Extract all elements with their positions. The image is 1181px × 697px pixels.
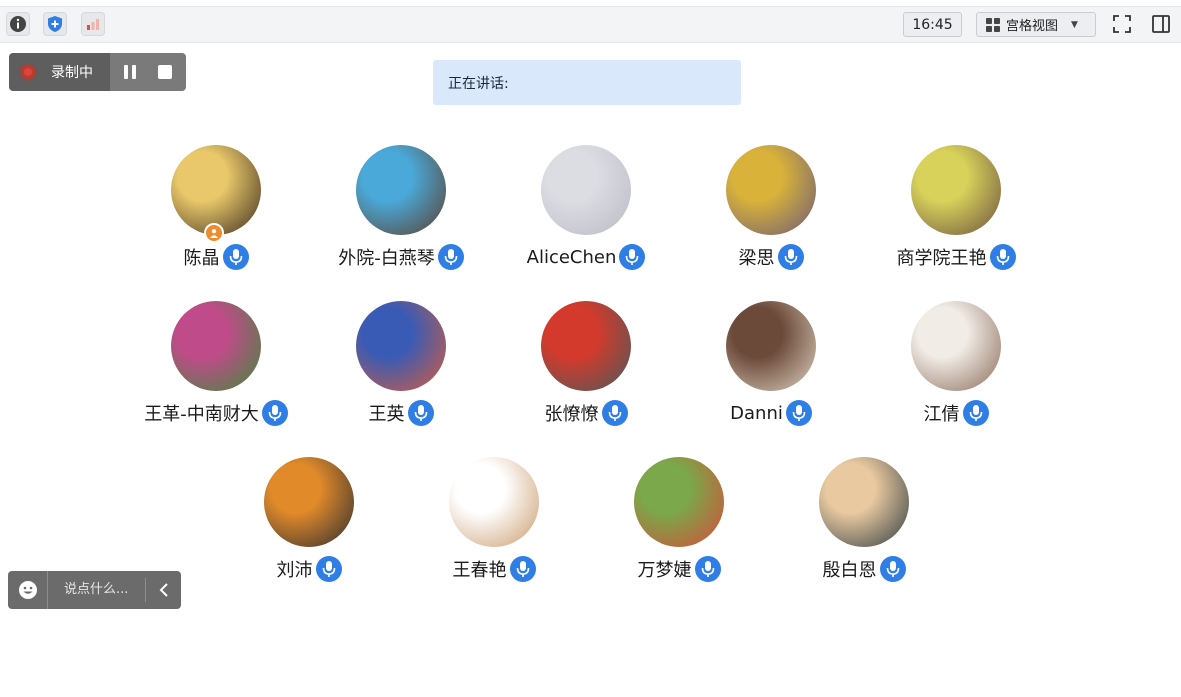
record-icon	[21, 65, 35, 79]
participant-tile[interactable]: 王革-中南财大	[116, 301, 316, 427]
participant-name-row: 殷白恩	[764, 555, 964, 583]
participant-tile[interactable]: 殷白恩	[764, 457, 964, 583]
avatar	[726, 145, 816, 235]
participant-name: AliceChen	[526, 246, 617, 268]
participant-tile[interactable]: 商学院王艳	[856, 145, 1056, 271]
avatar	[449, 457, 539, 547]
speaking-label: 正在讲话:	[448, 75, 509, 92]
shield-icon[interactable]	[43, 12, 67, 36]
host-badge-icon	[204, 223, 224, 243]
participant-tile[interactable]: Danni	[671, 301, 871, 427]
avatar	[819, 457, 909, 547]
avatar	[541, 145, 631, 235]
participant-name: 张憭憭	[544, 404, 599, 425]
microphone-icon[interactable]	[962, 400, 989, 426]
time-display: 16:45	[903, 12, 962, 37]
avatar	[356, 145, 446, 235]
participant-name: 刘沛	[276, 560, 313, 581]
microphone-icon[interactable]	[694, 556, 721, 582]
participant-name-row: 江倩	[856, 399, 1056, 427]
participant-name-row: 刘沛	[209, 555, 409, 583]
participant-name-row: AliceChen	[486, 243, 686, 271]
participant-name-row: 王革-中南财大	[116, 399, 316, 427]
participant-name-row: 万梦婕	[579, 555, 779, 583]
microphone-icon[interactable]	[509, 556, 536, 582]
pause-recording-button[interactable]	[115, 53, 145, 91]
emoji-icon[interactable]	[8, 571, 48, 609]
microphone-icon[interactable]	[619, 244, 646, 270]
participant-name-row: 商学院王艳	[856, 243, 1056, 271]
participant-tile[interactable]: 陈晶	[116, 145, 316, 271]
participant-name: 梁思	[738, 248, 775, 269]
participant-tile[interactable]: AliceChen	[486, 145, 686, 271]
chevron-left-icon[interactable]	[146, 583, 181, 597]
sidebar-toggle-icon[interactable]	[1149, 12, 1173, 36]
participant-tile[interactable]: 万梦婕	[579, 457, 779, 583]
participant-name: 万梦婕	[637, 560, 692, 581]
participant-tile[interactable]: 王春艳	[394, 457, 594, 583]
participant-tile[interactable]: 王英	[301, 301, 501, 427]
participant-name-row: 王春艳	[394, 555, 594, 583]
chat-input[interactable]: 说点什么...	[48, 578, 146, 602]
avatar	[726, 301, 816, 391]
microphone-icon[interactable]	[785, 400, 812, 426]
participant-name-row: 外院-白燕琴	[301, 243, 501, 271]
participant-name-row: Danni	[671, 399, 871, 427]
participant-name: 王春艳	[452, 560, 507, 581]
microphone-icon[interactable]	[261, 400, 288, 426]
participant-tile[interactable]: 江倩	[856, 301, 1056, 427]
view-mode-label: 宫格视图	[1006, 19, 1059, 34]
recording-status[interactable]: 录制中	[9, 53, 110, 91]
participant-tile[interactable]: 梁思	[671, 145, 871, 271]
participant-name: 殷白恩	[822, 560, 877, 581]
participant-name: 外院-白燕琴	[338, 248, 435, 269]
participant-name: 王英	[368, 404, 405, 425]
avatar	[541, 301, 631, 391]
participant-name-row: 陈晶	[116, 243, 316, 271]
participant-name: 商学院王艳	[896, 248, 987, 269]
view-mode-select[interactable]: 宫格视图 ▼	[976, 12, 1096, 37]
participant-name-row: 梁思	[671, 243, 871, 271]
recording-label: 录制中	[51, 65, 93, 81]
microphone-icon[interactable]	[777, 244, 804, 270]
speaking-banner: 正在讲话:	[433, 60, 741, 105]
participant-name: 陈晶	[183, 248, 220, 269]
microphone-icon[interactable]	[315, 556, 342, 582]
participant-name: 江倩	[923, 404, 960, 425]
participant-tile[interactable]: 外院-白燕琴	[301, 145, 501, 271]
participant-name: Danni	[730, 402, 783, 424]
recording-control: 录制中	[9, 53, 186, 91]
avatar	[911, 301, 1001, 391]
participant-tile[interactable]: 张憭憭	[486, 301, 686, 427]
microphone-icon[interactable]	[222, 244, 249, 270]
stop-recording-button[interactable]	[150, 53, 180, 91]
microphone-icon[interactable]	[879, 556, 906, 582]
avatar	[171, 301, 261, 391]
chevron-down-icon: ▼	[1071, 19, 1078, 30]
chat-bar: 说点什么...	[8, 571, 181, 609]
grid-view-icon	[986, 17, 1000, 32]
participant-name: 王革-中南财大	[144, 404, 259, 425]
participant-name-row: 王英	[301, 399, 501, 427]
participant-name-row: 张憭憭	[486, 399, 686, 427]
avatar	[171, 145, 261, 243]
avatar	[356, 301, 446, 391]
signal-icon[interactable]	[81, 12, 105, 36]
microphone-icon[interactable]	[989, 244, 1016, 270]
top-toolbar: 16:45 宫格视图 ▼	[0, 6, 1181, 43]
info-icon[interactable]	[6, 12, 30, 36]
participant-tile[interactable]: 刘沛	[209, 457, 409, 583]
avatar	[911, 145, 1001, 235]
avatar	[264, 457, 354, 547]
microphone-icon[interactable]	[601, 400, 628, 426]
microphone-icon[interactable]	[407, 400, 434, 426]
microphone-icon[interactable]	[437, 244, 464, 270]
fullscreen-icon[interactable]	[1110, 12, 1134, 36]
avatar	[634, 457, 724, 547]
